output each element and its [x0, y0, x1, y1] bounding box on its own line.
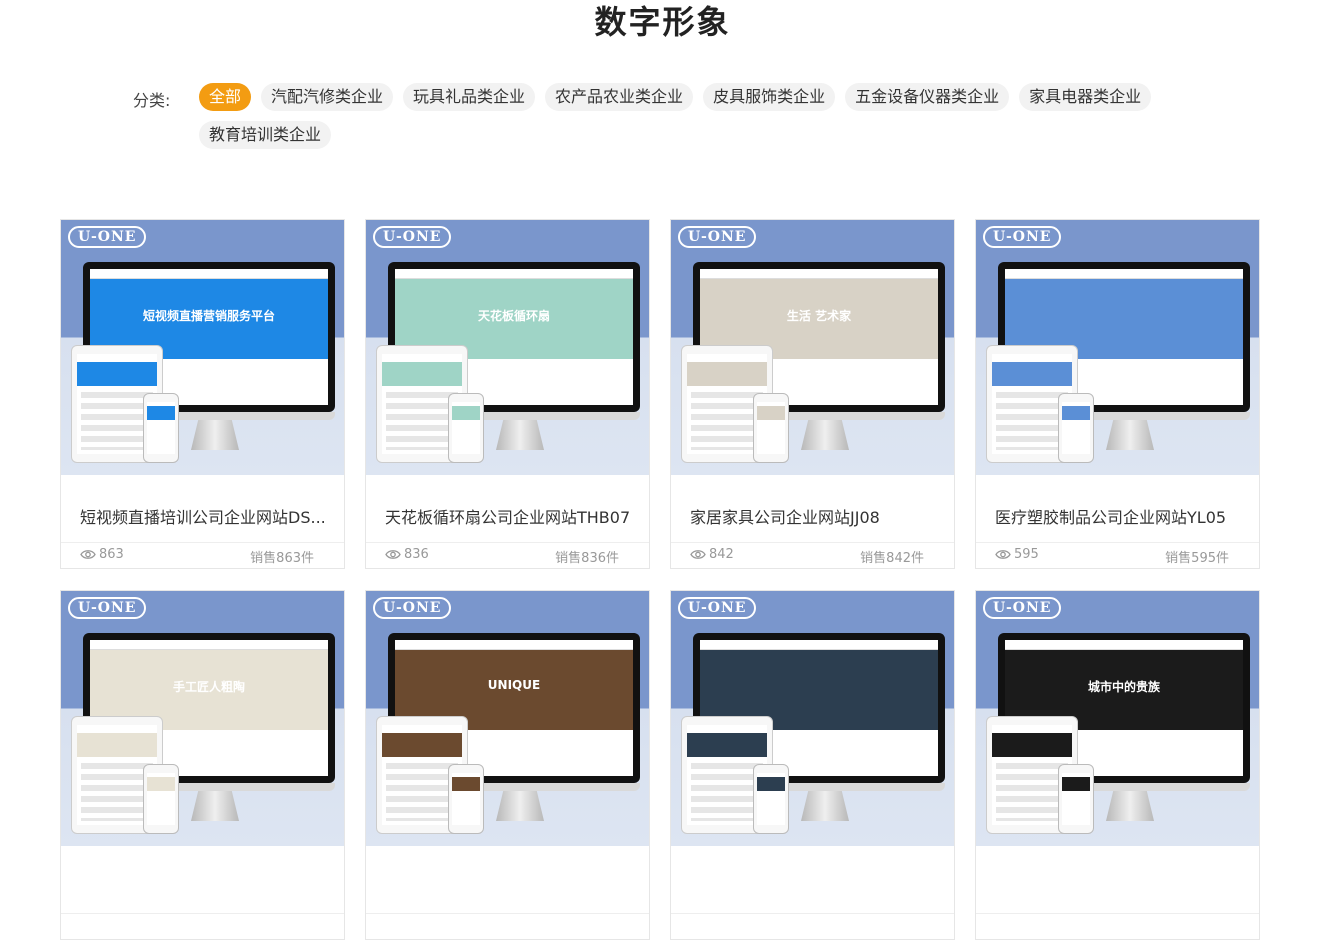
eye-icon: [995, 550, 1011, 559]
chip-all[interactable]: 全部: [199, 83, 252, 111]
product-card[interactable]: U-ONE 医疗塑胶制品公司企业网站YL05 595 销售595件: [975, 219, 1260, 569]
product-title[interactable]: 家居家具公司企业网站JJ08: [690, 504, 940, 528]
product-title[interactable]: 医疗塑胶制品公司企业网站YL05: [995, 504, 1245, 528]
views-count: 595: [995, 547, 1039, 562]
sales-count: 销售836件: [555, 551, 619, 566]
product-thumbnail[interactable]: U-ONE: [976, 220, 1259, 475]
product-card[interactable]: U-ONE 短视频直播营销服务平台 短视频直播培训公司企业网站DS... 863…: [60, 219, 345, 569]
screen-headline: UNIQUE: [487, 678, 541, 692]
product-card[interactable]: U-ONE: [670, 590, 955, 940]
product-card[interactable]: U-ONE 手工匠人粗陶: [60, 590, 345, 940]
phone-mockup: [143, 764, 179, 834]
chip-education[interactable]: 教育培训类企业: [199, 121, 332, 149]
product-thumbnail[interactable]: U-ONE: [671, 591, 954, 846]
product-meta: 863 销售863件: [61, 542, 344, 568]
eye-icon: [385, 550, 401, 559]
chip-hardware[interactable]: 五金设备仪器类企业: [845, 83, 1010, 111]
product-meta: 842 销售842件: [671, 542, 954, 568]
sales-count: 销售863件: [250, 551, 314, 566]
product-card[interactable]: U-ONE 天花板循环扇 天花板循环扇公司企业网站THB07 836 销售836…: [365, 219, 650, 569]
product-meta: 836 销售836件: [366, 542, 649, 568]
screen-headline: 城市中的贵族: [1087, 680, 1160, 694]
product-thumbnail[interactable]: U-ONE 短视频直播营销服务平台: [61, 220, 344, 475]
phone-mockup: [143, 393, 179, 463]
brand-logo: U-ONE: [68, 226, 147, 248]
views-number: 842: [709, 547, 734, 562]
product-meta: [976, 913, 1259, 939]
product-thumbnail[interactable]: U-ONE 生活 艺术家: [671, 220, 954, 475]
phone-mockup: [448, 764, 484, 834]
brand-logo: U-ONE: [983, 226, 1062, 248]
product-card[interactable]: U-ONE 生活 艺术家 家居家具公司企业网站JJ08 842 销售842件: [670, 219, 955, 569]
brand-logo: U-ONE: [373, 597, 452, 619]
views-count: 863: [80, 547, 124, 562]
brand-logo: U-ONE: [373, 226, 452, 248]
phone-mockup: [1058, 393, 1094, 463]
product-card[interactable]: U-ONE UNIQUE: [365, 590, 650, 940]
views-number: 595: [1014, 547, 1039, 562]
chip-furniture[interactable]: 家具电器类企业: [1019, 83, 1152, 111]
chip-agriculture[interactable]: 农产品农业类企业: [545, 83, 694, 111]
chip-leather[interactable]: 皮具服饰类企业: [703, 83, 836, 111]
screen-headline: 短视频直播营销服务平台: [142, 309, 275, 323]
brand-logo: U-ONE: [678, 226, 757, 248]
product-thumbnail[interactable]: U-ONE 城市中的贵族: [976, 591, 1259, 846]
phone-mockup: [753, 764, 789, 834]
product-title[interactable]: 天花板循环扇公司企业网站THB07: [385, 504, 635, 528]
filter-label: 分类:: [133, 91, 171, 110]
product-thumbnail[interactable]: U-ONE 手工匠人粗陶: [61, 591, 344, 846]
eye-icon: [690, 550, 706, 559]
sales-count: 销售842件: [860, 551, 924, 566]
screen-headline: 生活 艺术家: [786, 309, 852, 323]
category-chips: 全部 汽配汽修类企业 玩具礼品类企业 农产品农业类企业 皮具服饰类企业 五金设备…: [199, 83, 1199, 149]
phone-mockup: [1058, 764, 1094, 834]
product-meta: [61, 913, 344, 939]
product-card[interactable]: U-ONE 城市中的贵族: [975, 590, 1260, 940]
views-number: 836: [404, 547, 429, 562]
phone-mockup: [448, 393, 484, 463]
brand-logo: U-ONE: [983, 597, 1062, 619]
brand-logo: U-ONE: [68, 597, 147, 619]
chip-auto[interactable]: 汽配汽修类企业: [261, 83, 394, 111]
screen-headline: 手工匠人粗陶: [172, 680, 245, 694]
product-grid: U-ONE 短视频直播营销服务平台 短视频直播培训公司企业网站DS... 863…: [60, 219, 1260, 940]
product-title[interactable]: 短视频直播培训公司企业网站DS...: [80, 504, 330, 528]
product-meta: [671, 913, 954, 939]
views-number: 863: [99, 547, 124, 562]
phone-mockup: [753, 393, 789, 463]
product-meta: [366, 913, 649, 939]
brand-logo: U-ONE: [678, 597, 757, 619]
views-count: 836: [385, 547, 429, 562]
screen-headline: 天花板循环扇: [477, 309, 550, 323]
product-thumbnail[interactable]: U-ONE UNIQUE: [366, 591, 649, 846]
product-meta: 595 销售595件: [976, 542, 1259, 568]
product-thumbnail[interactable]: U-ONE 天花板循环扇: [366, 220, 649, 475]
page-title: 数字形象: [594, 3, 731, 41]
chip-toys[interactable]: 玩具礼品类企业: [403, 83, 536, 111]
sales-count: 销售595件: [1165, 551, 1229, 566]
eye-icon: [80, 550, 96, 559]
views-count: 842: [690, 547, 734, 562]
